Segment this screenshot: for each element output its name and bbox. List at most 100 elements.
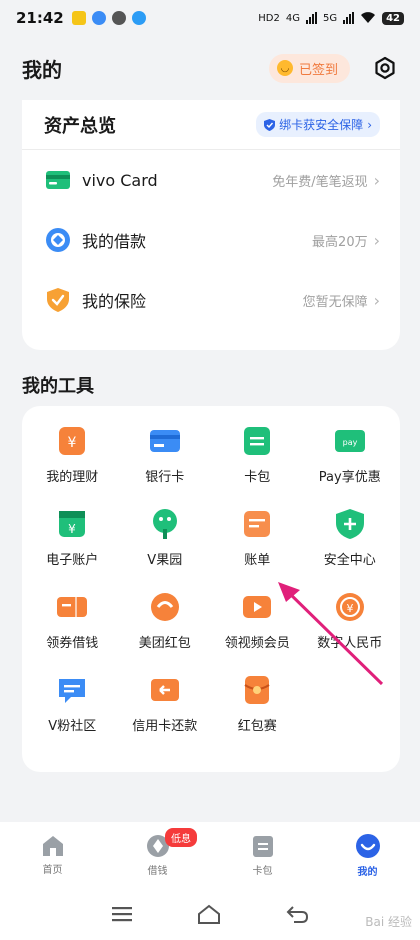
tool-label: 领券借钱 — [46, 636, 99, 651]
net-label-4g: 4G — [285, 12, 300, 24]
tree-icon — [148, 507, 182, 541]
tool-label: 数字人民币 — [317, 636, 383, 651]
tool-cardpack[interactable]: 卡包 — [211, 424, 304, 485]
tool-bill[interactable]: 账单 — [211, 507, 304, 568]
pay-icon: pay — [333, 424, 367, 458]
security-icon — [333, 507, 367, 541]
tool-label: V果园 — [147, 553, 183, 568]
tool-label: 安全中心 — [323, 553, 376, 568]
nav-cardpack[interactable]: 卡包 — [210, 822, 315, 888]
settings-button[interactable] — [372, 55, 398, 81]
cardpack-icon — [240, 424, 274, 458]
tool-wealth[interactable]: ¥ 我的理财 — [26, 424, 119, 485]
signin-button[interactable]: ◡ 已签到 — [268, 53, 350, 83]
asset-row-label: vivo Card — [82, 170, 158, 190]
repay-icon — [148, 673, 182, 707]
notification-icon — [111, 11, 126, 25]
coupon-icon — [55, 590, 89, 624]
system-nav-bar — [0, 888, 420, 940]
nav-label: 我的 — [357, 866, 378, 878]
tool-eaccount[interactable]: ¥ 电子账户 — [26, 507, 119, 568]
tool-repay[interactable]: 信用卡还款 — [119, 673, 212, 734]
low-interest-badge: 低息 — [165, 828, 197, 847]
asset-row-hint: 最高20万 — [312, 234, 368, 250]
asset-row-label: 我的借款 — [82, 232, 147, 251]
tool-video[interactable]: 领视频会员 — [211, 590, 304, 651]
bill-icon — [240, 507, 274, 541]
tool-label: 账单 — [244, 553, 271, 568]
bind-card-tag[interactable]: 绑卡获安全保障 › — [256, 112, 380, 137]
asset-row-loan[interactable]: 我的借款 最高20万 › — [22, 210, 400, 270]
svg-text:¥: ¥ — [346, 602, 353, 615]
asset-overview-title: 资产总览 — [44, 115, 116, 137]
nav-borrow[interactable]: 低息 借钱 — [105, 822, 210, 888]
bottom-nav: 首页 低息 借钱 卡包 我的 — [0, 822, 420, 888]
ecny-icon: ¥ — [333, 590, 367, 624]
community-icon — [55, 673, 89, 707]
video-icon — [240, 590, 274, 624]
asset-overview-header: 资产总览 绑卡获安全保障 › — [22, 100, 400, 150]
svg-text:¥: ¥ — [68, 435, 77, 451]
nav-profile[interactable]: 我的 — [315, 822, 420, 888]
tool-security[interactable]: 安全中心 — [304, 507, 397, 568]
tool-bankcard[interactable]: 银行卡 — [119, 424, 212, 485]
hd-label: HD2 — [258, 12, 280, 24]
signal-icon — [305, 12, 317, 24]
clock: 21:42 — [16, 9, 64, 27]
tool-community[interactable]: V粉社区 — [26, 673, 119, 734]
tool-label: 我的理财 — [46, 470, 99, 485]
gear-icon — [375, 56, 395, 80]
signin-label: 已签到 — [298, 62, 338, 78]
status-bar: 21:42 HD2 4G 5G 42 — [0, 0, 420, 36]
tool-label: 银行卡 — [145, 470, 185, 485]
bind-card-label: 绑卡获安全保障 — [279, 118, 364, 132]
page-title: 我的 — [22, 57, 62, 82]
loan-icon — [44, 226, 72, 254]
nav-label: 首页 — [42, 864, 63, 876]
tool-pay[interactable]: pay Pay享优惠 — [304, 424, 397, 485]
wealth-icon: ¥ — [55, 424, 89, 458]
tool-meituan[interactable]: 美团红包 — [119, 590, 212, 651]
nav-home[interactable]: 首页 — [0, 822, 105, 888]
home-nav-icon[interactable] — [197, 904, 221, 924]
asset-row-label: 我的保险 — [82, 292, 147, 311]
battery-icon: 42 — [382, 11, 404, 25]
tool-tree[interactable]: V果园 — [119, 507, 212, 568]
home-icon — [42, 835, 63, 856]
svg-text:¥: ¥ — [68, 522, 76, 536]
tool-label: 信用卡还款 — [132, 719, 198, 734]
tool-redpacket[interactable]: 红包赛 — [211, 673, 304, 734]
tool-label: 卡包 — [244, 470, 271, 485]
smile-icon: ◡ — [276, 60, 293, 76]
tool-label: 领视频会员 — [224, 636, 290, 651]
meituan-icon — [148, 590, 182, 624]
wifi-icon — [361, 12, 376, 23]
tools-title: 我的工具 — [22, 376, 94, 397]
net-label-5g: 5G — [322, 12, 338, 24]
watermark: Bai 经验 — [365, 915, 412, 929]
tool-label: 美团红包 — [138, 636, 191, 651]
signal-icon — [343, 12, 355, 24]
tool-label: 红包赛 — [237, 719, 277, 734]
tools-grid: ¥ 我的理财 银行卡 卡包 pay Pay享优惠 ¥ 电子账户 V果园 账单 安全中心领券借钱 美团红… — [26, 424, 396, 734]
tool-label: V粉社区 — [48, 719, 97, 734]
profile-icon — [355, 833, 380, 858]
tools-card: ¥ 我的理财 银行卡 卡包 pay Pay享优惠 ¥ 电子账户 V果园 账单 安全中心领券借钱 美团红… — [22, 406, 400, 772]
shield-check-icon — [264, 118, 276, 131]
asset-row-hint: 免年费/笔笔返现 — [272, 174, 368, 190]
status-right: HD2 4G 5G 42 — [258, 11, 404, 25]
tool-ecny[interactable]: ¥ 数字人民币 — [304, 590, 397, 651]
menu-icon[interactable] — [112, 906, 133, 922]
asset-overview-card: 资产总览 绑卡获安全保障 › vivo Card 免年费/笔笔返现 › 我的借款… — [22, 100, 400, 350]
asset-row-hint: 您暂无保障 — [302, 294, 368, 310]
svg-text:pay: pay — [342, 438, 357, 447]
notification-icon — [91, 11, 106, 25]
asset-row-vivo-card[interactable]: vivo Card 免年费/笔笔返现 › — [22, 150, 400, 210]
tool-coupon[interactable]: 领券借钱 — [26, 590, 119, 651]
tool-label: 电子账户 — [46, 553, 99, 568]
back-icon[interactable] — [286, 905, 308, 923]
bankcard-icon — [148, 424, 182, 458]
shield-icon — [44, 286, 72, 314]
nav-label: 借钱 — [147, 865, 168, 877]
asset-row-insurance[interactable]: 我的保险 您暂无保障 › — [22, 270, 400, 330]
